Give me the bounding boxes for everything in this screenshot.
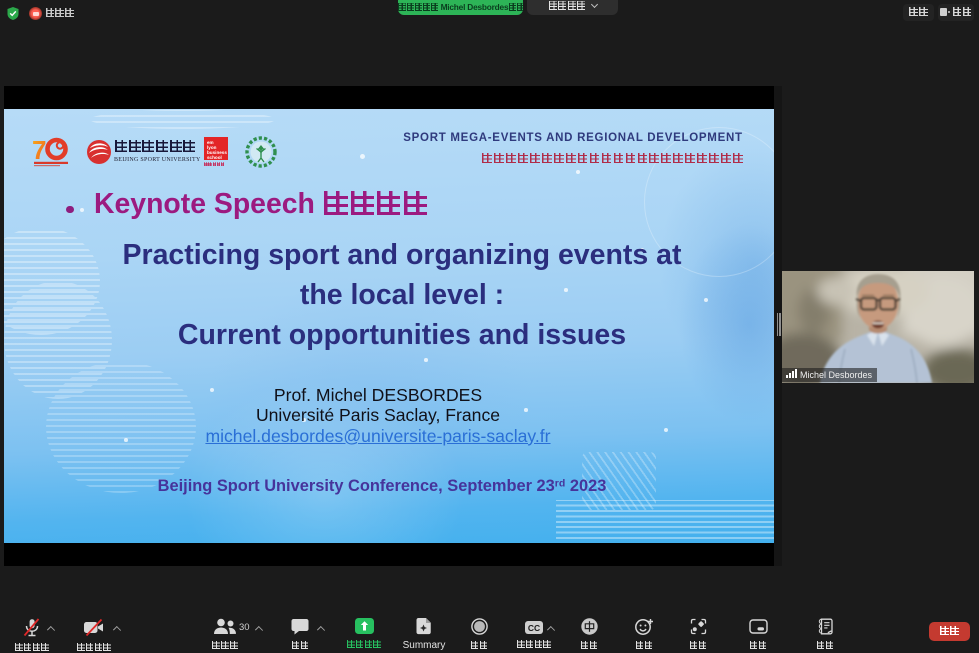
svg-text:7: 7 — [33, 136, 46, 165]
svg-text:CC: CC — [528, 623, 540, 633]
